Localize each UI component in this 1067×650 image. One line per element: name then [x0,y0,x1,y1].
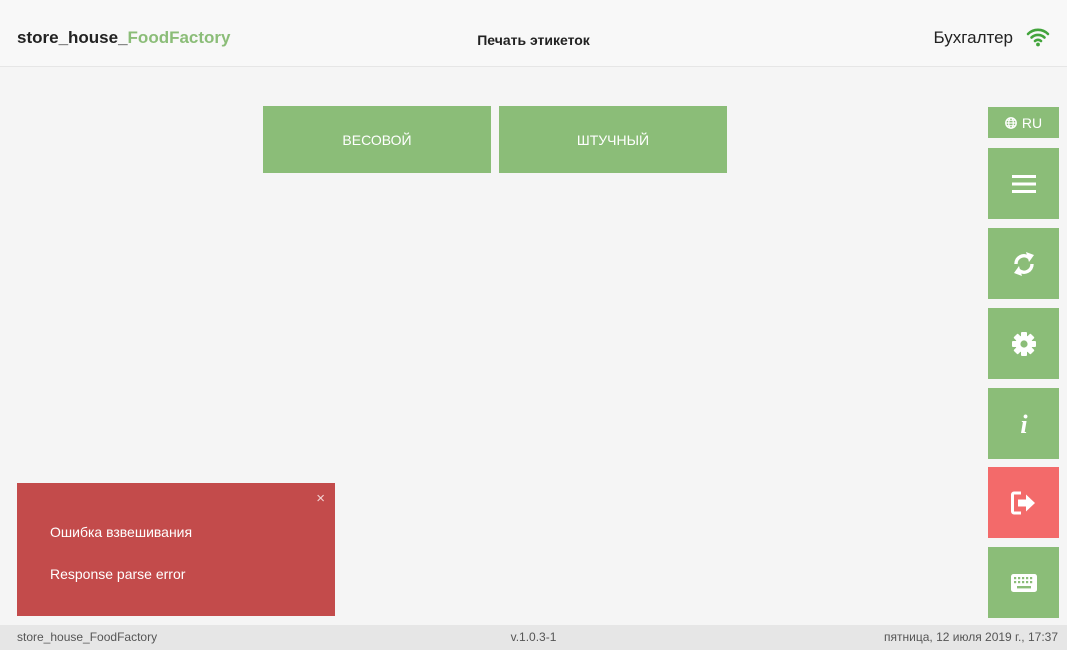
toast-message: Response parse error [50,566,186,582]
menu-icon [1011,174,1036,193]
footer-datetime: пятница, 12 июля 2019 г., 17:37 [884,630,1058,644]
menu-button[interactable] [988,148,1059,219]
gear-icon [1011,331,1036,356]
svg-text:i: i [1020,411,1028,437]
header-bar: store_house_FoodFactory Печать этикеток … [0,0,1067,67]
piece-mode-button[interactable]: ШТУЧНЫЙ [499,106,727,173]
error-toast: × Ошибка взвешивания Response parse erro… [17,483,335,616]
language-button[interactable]: RU [988,107,1059,138]
close-icon[interactable]: × [316,491,325,506]
logout-button[interactable] [988,467,1059,538]
page-title: Печать этикеток [477,32,590,48]
current-user: Бухгалтер [933,28,1014,47]
settings-button[interactable] [988,308,1059,379]
keyboard-button[interactable] [988,547,1059,618]
info-button[interactable]: i [988,388,1059,459]
app-window: store_house_FoodFactory Печать этикеток … [0,0,1067,650]
toast-title: Ошибка взвешивания [50,524,193,540]
sync-button[interactable] [988,228,1059,299]
language-label: RU [1021,114,1043,131]
info-icon: i [1020,411,1028,437]
sign-out-icon [1010,491,1035,514]
keyboard-icon [1010,573,1037,592]
sync-icon [1013,251,1034,276]
globe-icon [1004,116,1017,129]
wifi-icon [1026,28,1050,47]
status-bar: store_house_FoodFactory v.1.0.3-1 пятниц… [0,625,1067,650]
weight-mode-button[interactable]: ВЕСОВОЙ [263,106,491,173]
